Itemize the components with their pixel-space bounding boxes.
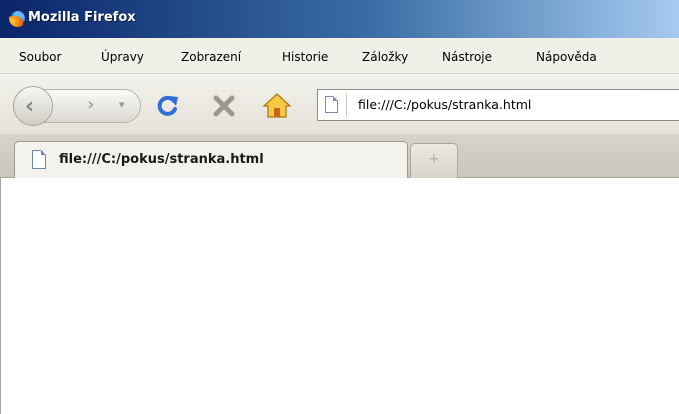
menu-zobrazeni[interactable]: Zobrazení	[181, 50, 241, 64]
stop-icon[interactable]	[212, 94, 236, 118]
page-icon	[32, 150, 46, 169]
menu-nastroje[interactable]: Nástroje	[442, 50, 492, 64]
address-input[interactable]: file:///C:/pokus/stranka.html	[358, 97, 531, 112]
page-content[interactable]	[0, 178, 679, 414]
firefox-logo-icon	[9, 10, 26, 27]
menu-soubor[interactable]: Soubor	[19, 50, 61, 64]
history-dropdown-icon[interactable]: ▾	[119, 98, 125, 111]
menu-historie[interactable]: Historie	[282, 50, 328, 64]
tab-active[interactable]: file:///C:/pokus/stranka.html	[14, 141, 408, 179]
tab-label: file:///C:/pokus/stranka.html	[59, 152, 264, 167]
menu-napoveda[interactable]: Nápověda	[536, 50, 597, 64]
address-bar[interactable]: file:///C:/pokus/stranka.html	[317, 89, 679, 121]
menu-upravy[interactable]: Úpravy	[101, 50, 144, 64]
reload-icon[interactable]	[155, 94, 181, 118]
menu-bar: Soubor Úpravy Zobrazení Historie Záložky…	[0, 38, 679, 74]
back-icon: ‹	[25, 94, 35, 119]
home-icon[interactable]	[263, 92, 291, 120]
back-button[interactable]: ‹	[13, 86, 53, 126]
page-icon	[325, 96, 338, 113]
new-tab-button[interactable]: +	[410, 143, 458, 178]
plus-icon: +	[428, 151, 440, 167]
back-forward-group: ‹ › ▾	[13, 86, 141, 126]
title-bar[interactable]: Mozilla Firefox	[0, 0, 679, 38]
window-title: Mozilla Firefox	[28, 10, 136, 25]
forward-icon[interactable]: ›	[87, 94, 94, 115]
url-divider	[346, 93, 347, 117]
menu-zalozky[interactable]: Záložky	[362, 50, 408, 64]
